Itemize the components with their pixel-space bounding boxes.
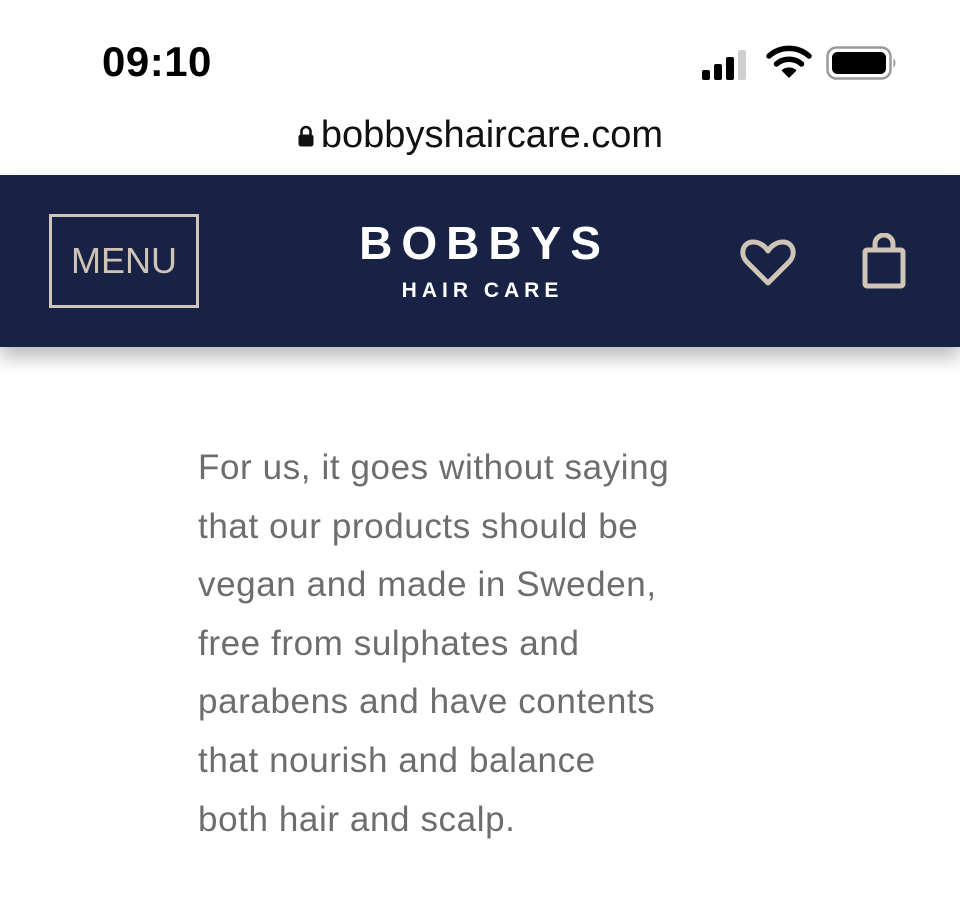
battery-icon xyxy=(826,46,896,80)
url-text[interactable]: bobbyshaircare.com xyxy=(321,114,663,157)
content-paragraph: For us, it goes without saying that our … xyxy=(198,448,670,839)
heart-icon[interactable] xyxy=(739,238,797,288)
logo-title: BOBBYS xyxy=(359,217,610,269)
main-content: For us, it goes without saying that our … xyxy=(0,341,960,914)
site-logo[interactable]: BOBBYS HAIR CARE xyxy=(330,217,630,303)
site-header: MENU BOBBYS HAIR CARE xyxy=(0,175,960,347)
logo-subtitle: HAIR CARE xyxy=(401,279,564,302)
lock-icon xyxy=(298,125,314,146)
wifi-icon xyxy=(766,45,812,78)
menu-button[interactable]: MENU xyxy=(49,214,199,308)
address-bar[interactable]: bobbyshaircare.com xyxy=(0,110,960,175)
status-bar: 09:10 xyxy=(0,0,960,110)
bag-icon[interactable] xyxy=(860,233,908,289)
status-time: 09:10 xyxy=(102,38,212,85)
signal-icon xyxy=(702,50,746,80)
